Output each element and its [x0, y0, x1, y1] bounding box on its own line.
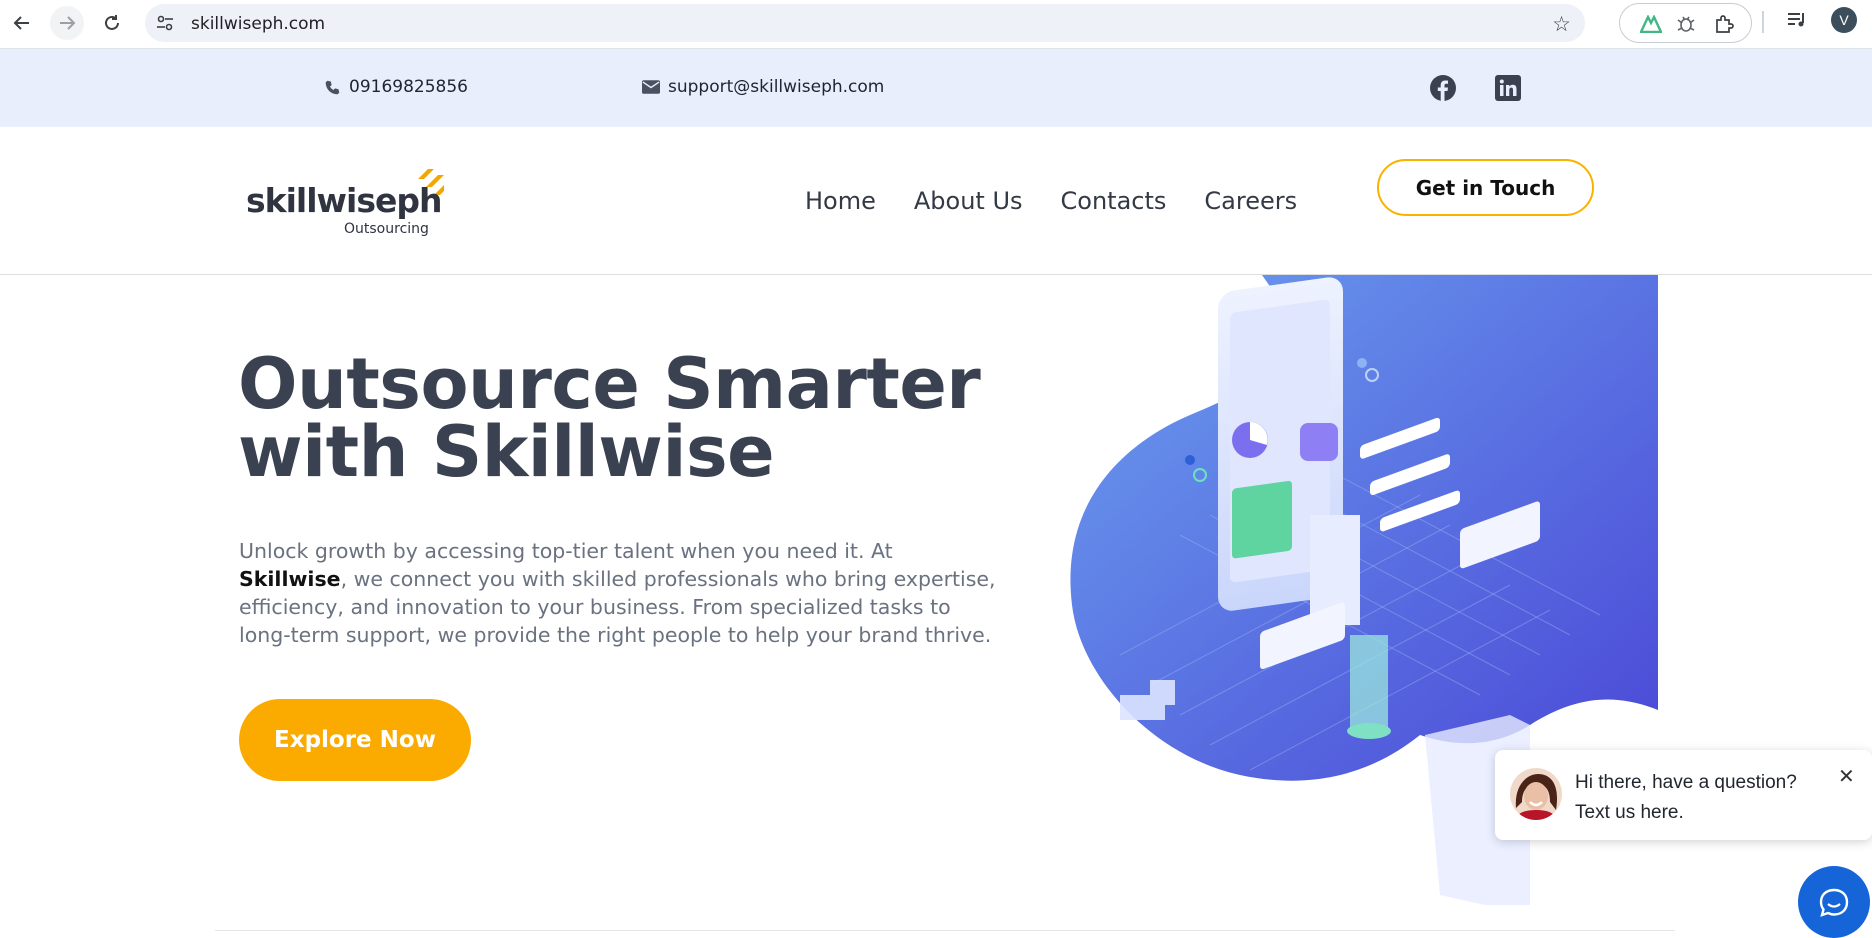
- chat-icon: [1819, 888, 1849, 917]
- close-icon[interactable]: ✕: [1838, 764, 1855, 789]
- get-in-touch-button[interactable]: Get in Touch: [1377, 159, 1594, 216]
- logo-wordmark: skillwiseph: [246, 181, 442, 220]
- contact-topbar: 09169825856 support@skillwiseph.com: [0, 49, 1872, 127]
- chat-message: Hi there, have a question? Text us here.: [1575, 768, 1825, 828]
- hero-text-after: , we connect you with skilled profession…: [239, 567, 996, 647]
- hero-title: Outsource Smarter with Skillwise: [238, 349, 998, 487]
- reload-icon: [105, 15, 119, 30]
- envelope-icon: [642, 80, 660, 94]
- nav-careers[interactable]: Careers: [1204, 187, 1297, 215]
- forward-arrow-icon: [60, 16, 76, 30]
- bookmark-star-icon[interactable]: ☆: [1552, 12, 1571, 37]
- facebook-icon[interactable]: [1430, 75, 1456, 101]
- email-contact[interactable]: support@skillwiseph.com: [642, 77, 884, 97]
- back-arrow-icon: [13, 16, 29, 30]
- toolbar-separator: [1762, 11, 1764, 33]
- address-bar[interactable]: skillwiseph.com ☆: [145, 4, 1585, 42]
- hero-text-before: Unlock growth by accessing top-tier tale…: [239, 539, 893, 563]
- media-controls-icon[interactable]: [1786, 9, 1808, 31]
- nav-contacts[interactable]: Contacts: [1061, 187, 1167, 215]
- email-address: support@skillwiseph.com: [668, 77, 885, 97]
- explore-now-button[interactable]: Explore Now: [239, 699, 471, 781]
- url-text: skillwiseph.com: [191, 14, 326, 34]
- linkedin-icon[interactable]: [1495, 75, 1521, 101]
- vue-devtools-extension-icon[interactable]: [1640, 13, 1662, 35]
- bug-extension-icon[interactable]: [1675, 13, 1697, 35]
- nav-home[interactable]: Home: [805, 187, 876, 215]
- phone-icon: [325, 80, 340, 94]
- logo-tagline: Outsourcing: [344, 221, 429, 237]
- profile-avatar[interactable]: V: [1831, 7, 1857, 33]
- agent-avatar: [1510, 768, 1562, 820]
- site-header: skillwiseph Outsourcing Home About Us Co…: [0, 127, 1872, 275]
- section-divider: [215, 930, 1675, 931]
- back-button[interactable]: [5, 6, 39, 40]
- site-logo[interactable]: skillwiseph Outsourcing: [246, 167, 446, 237]
- chat-line-2: Text us here.: [1575, 802, 1684, 823]
- chat-launcher-button[interactable]: [1798, 866, 1870, 938]
- nav-about-us[interactable]: About Us: [914, 187, 1023, 215]
- reload-button[interactable]: [95, 6, 129, 40]
- browser-toolbar: skillwiseph.com ☆ V: [0, 0, 1872, 49]
- hero-title-line-2: with Skillwise: [238, 411, 775, 493]
- site-settings-icon[interactable]: [155, 13, 175, 33]
- chat-line-1: Hi there, have a question?: [1575, 772, 1797, 793]
- forward-button[interactable]: [50, 6, 84, 40]
- hero-description: Unlock growth by accessing top-tier tale…: [239, 537, 999, 649]
- chat-greeting-popup[interactable]: Hi there, have a question? Text us here.…: [1495, 750, 1872, 840]
- phone-number: 09169825856: [349, 77, 468, 97]
- phone-contact[interactable]: 09169825856: [324, 77, 468, 97]
- extensions-group: [1619, 3, 1752, 43]
- main-nav: Home About Us Contacts Careers: [805, 187, 1297, 215]
- hero-text-brand: Skillwise: [239, 567, 341, 591]
- puzzle-extensions-icon[interactable]: [1713, 13, 1735, 35]
